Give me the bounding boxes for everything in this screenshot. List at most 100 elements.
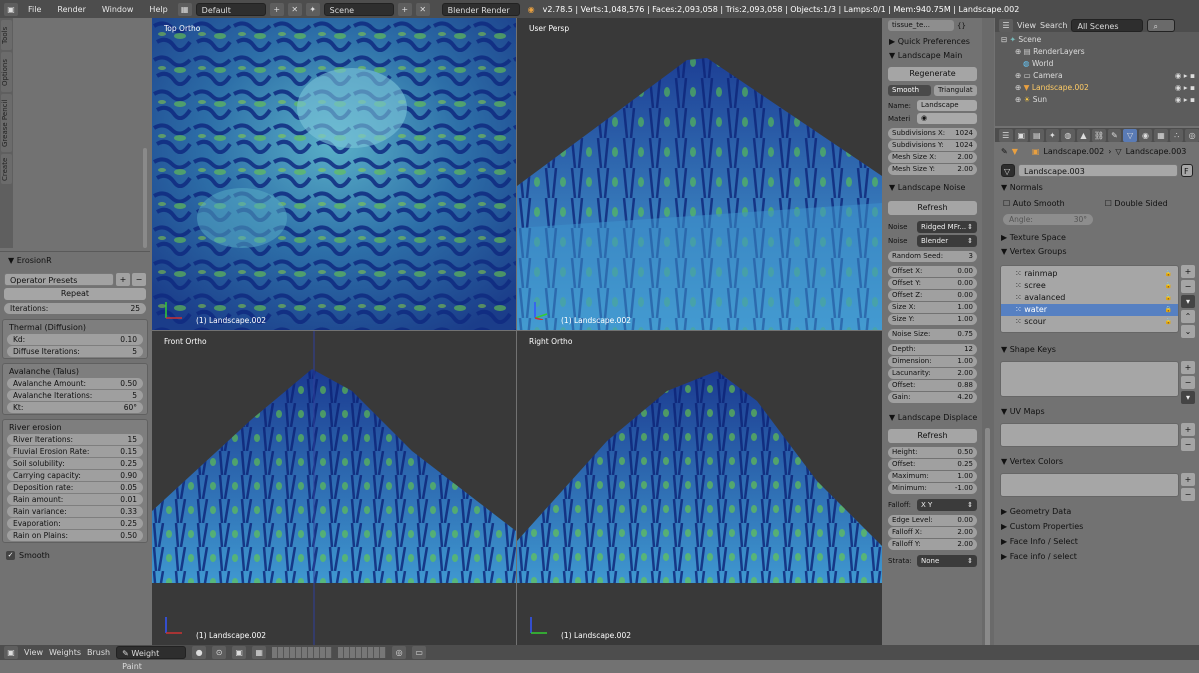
noise-basis-select[interactable]: Blender ⇕ [917, 235, 977, 247]
menu-help[interactable]: Help [143, 5, 173, 14]
render-engine-select[interactable]: Blender Render [441, 2, 520, 16]
add-vcol-icon[interactable]: + [1181, 473, 1195, 486]
mesh-field[interactable]: Mesh Size Y: 2.00 [888, 164, 977, 175]
operator-title[interactable]: ▼ ErosionR [2, 255, 148, 267]
outliner-search-input[interactable]: ⌕ [1147, 18, 1176, 32]
avalanche-field[interactable]: Avalanche Amount: 0.50 [7, 378, 143, 389]
edge-field[interactable]: Falloff Y: 2.00 [888, 539, 977, 550]
vertex-color-list[interactable] [1000, 473, 1179, 497]
noise-field[interactable]: Gain: 4.20 [888, 392, 977, 403]
menu-render[interactable]: Render [51, 5, 91, 14]
shading-icon[interactable]: ● [192, 646, 207, 659]
quick-prefs-header[interactable]: ▶ Quick Preferences [885, 35, 980, 49]
layers-grid-2[interactable] [338, 647, 387, 658]
smooth-checkbox[interactable]: ✓ Smooth [6, 551, 144, 560]
mesh-browse-icon[interactable]: ▽ [1001, 164, 1015, 177]
mesh-field[interactable]: Subdivisions X: 1024 [888, 128, 977, 139]
tab-grease-pencil[interactable]: Grease Pencil [1, 94, 12, 152]
face-info-header-2[interactable]: ▶ Face info / select [995, 550, 1199, 564]
edge-field[interactable]: Edge Level: 0.00 [888, 515, 977, 526]
modifiers-tab-icon[interactable]: ✎ [1107, 128, 1122, 142]
editor-type-icon[interactable]: ▣ [4, 2, 18, 16]
vertex-group-item[interactable]: ⁙ rainmap 🔒 [1001, 268, 1178, 280]
pivot-icon[interactable]: ⊙ [212, 646, 227, 659]
move-up-icon[interactable]: ⌃ [1181, 310, 1195, 323]
outliner-item-world[interactable]: ◍ World [999, 58, 1199, 70]
river-field[interactable]: Soil solubility: 0.25 [7, 458, 143, 469]
auto-smooth-checkbox[interactable]: ☐ Auto Smooth [1003, 199, 1065, 208]
viewport-front-ortho[interactable]: Front Ortho (1) Landscape.002 [152, 331, 516, 645]
view-menu[interactable]: View [24, 648, 43, 657]
outliner-search-menu[interactable]: Search [1040, 21, 1067, 30]
falloff-select[interactable]: X Y ⇕ [917, 499, 977, 511]
outliner-view-menu[interactable]: View [1017, 21, 1036, 30]
add-shape-key-icon[interactable]: + [1181, 361, 1195, 374]
custom-props-header[interactable]: ▶ Custom Properties [995, 520, 1199, 534]
mesh-name-input[interactable]: Landscape.003 [1018, 164, 1178, 177]
geometry-data-header[interactable]: ▶ Geometry Data [995, 505, 1199, 519]
noise-field[interactable]: Offset: 0.88 [888, 380, 977, 391]
avalanche-field[interactable]: Kt: 60° [7, 402, 143, 413]
uv-map-list[interactable] [1000, 423, 1179, 447]
vertex-group-item[interactable]: ⁙ water 🔒 [1001, 304, 1178, 316]
visibility-eye-icon[interactable]: ◉ ▸ ▪ [1175, 94, 1195, 106]
vertex-groups-header[interactable]: ▼ Vertex Groups [995, 245, 1199, 259]
iterations-field[interactable]: Iterations: 25 [4, 303, 146, 314]
properties-type-icon[interactable]: ☰ [999, 128, 1013, 142]
vertex-select-icon[interactable]: ▦ [252, 646, 267, 659]
noise-type-select[interactable]: Ridged MFr... ⇕ [917, 221, 977, 233]
layout-field[interactable]: Default [195, 2, 266, 16]
regenerate-button[interactable]: Regenerate [888, 67, 977, 81]
displace-field[interactable]: Minimum: -1.00 [888, 483, 977, 494]
menu-file[interactable]: File [22, 5, 47, 14]
scene-tab-icon[interactable]: ✦ [1045, 128, 1060, 142]
tab-tools[interactable]: Tools [1, 20, 12, 50]
viewport-user-persp[interactable]: User Persp (1) Landscape.002 [517, 18, 882, 330]
noise-field[interactable]: Depth: 12 [888, 344, 977, 355]
scene-filter-select[interactable]: All Scenes [1071, 18, 1144, 32]
add-layout-icon[interactable]: + [269, 2, 284, 16]
remove-layout-icon[interactable]: ✕ [287, 2, 302, 16]
noise-refresh-button[interactable]: Refresh [888, 201, 977, 215]
vertex-group-list[interactable]: ⁙ rainmap 🔒 ⁙ scree 🔒 ⁙ avalanced 🔒 ⁙ water 🔒 ⁙ … [1000, 265, 1179, 333]
triangulate-toggle[interactable]: Triangulat [934, 85, 977, 96]
outliner-item-renderlayers[interactable]: ⊕ ▤ RenderLayers [999, 46, 1199, 58]
material-input[interactable]: ◉ [917, 113, 977, 124]
add-preset-icon[interactable]: + [116, 273, 130, 286]
noise-field[interactable]: Dimension: 1.00 [888, 356, 977, 367]
visibility-eye-icon[interactable]: ◉ ▸ ▪ [1175, 70, 1195, 82]
physics-tab-icon[interactable]: ◎ [1185, 128, 1199, 142]
texture-space-header[interactable]: ▶ Texture Space [995, 231, 1199, 245]
remove-vcol-icon[interactable]: − [1181, 488, 1195, 501]
remove-shape-key-icon[interactable]: − [1181, 376, 1195, 389]
offset-field[interactable]: Offset Z: 0.00 [888, 290, 977, 301]
material-tab-icon[interactable]: ◉ [1138, 128, 1153, 142]
normals-header[interactable]: ▼ Normals [995, 181, 1199, 195]
viewport-top-ortho[interactable]: Top Ortho (1) Landscape.002 [152, 18, 516, 330]
vertex-group-item[interactable]: ⁙ avalanced 🔒 [1001, 292, 1178, 304]
tab-options[interactable]: Options [1, 52, 12, 92]
vertex-group-item[interactable]: ⁙ scree 🔒 [1001, 280, 1178, 292]
noise-field[interactable]: Lacunarity: 2.00 [888, 368, 977, 379]
renderlayer-tab-icon[interactable]: ▤ [1030, 128, 1044, 142]
remove-scene-icon[interactable]: ✕ [415, 2, 430, 16]
river-field[interactable]: Evaporation: 0.25 [7, 518, 143, 529]
thermal-field[interactable]: Diffuse Iterations: 5 [7, 346, 143, 357]
offset-field[interactable]: Offset Y: 0.00 [888, 278, 977, 289]
editor-type-icon[interactable]: ▣ [4, 646, 18, 659]
render-preview-icon[interactable]: ◎ [392, 646, 407, 659]
river-field[interactable]: Deposition rate: 0.05 [7, 482, 143, 493]
brush-menu[interactable]: Brush [87, 648, 110, 657]
weights-menu[interactable]: Weights [49, 648, 81, 657]
specials-menu-icon[interactable]: ▾ [1181, 295, 1195, 308]
strata-select[interactable]: None ⇕ [917, 555, 977, 567]
world-tab-icon[interactable]: ◍ [1061, 128, 1075, 142]
avalanche-field[interactable]: Avalanche Iterations: 5 [7, 390, 143, 401]
river-field[interactable]: Rain on Plains: 0.50 [7, 530, 143, 541]
npanel-scrollbar[interactable] [985, 428, 990, 648]
menu-window[interactable]: Window [96, 5, 140, 14]
offset-field[interactable]: Offset X: 0.00 [888, 266, 977, 277]
face-info-header-1[interactable]: ▶ Face Info / Select [995, 535, 1199, 549]
displace-field[interactable]: Height: 0.50 [888, 447, 977, 458]
displace-field[interactable]: Offset: 0.25 [888, 459, 977, 470]
